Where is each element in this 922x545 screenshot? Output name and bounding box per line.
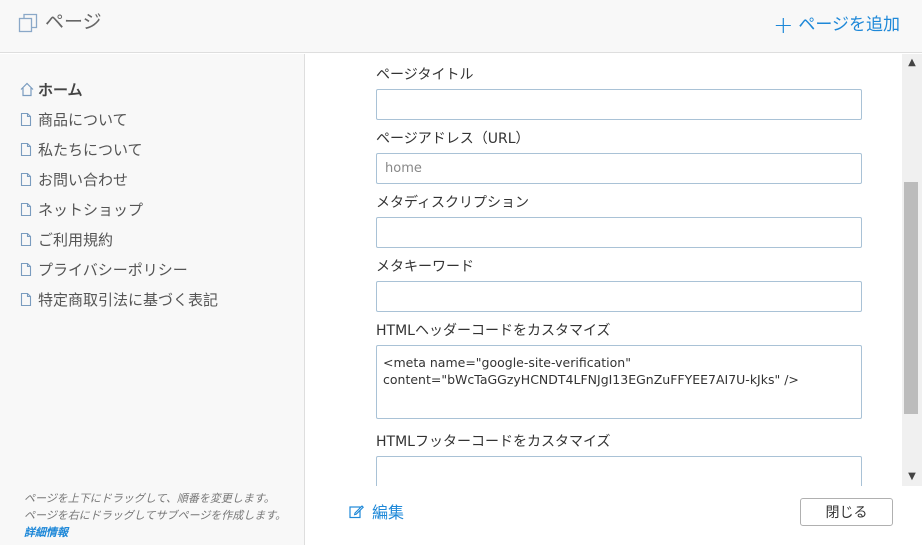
help-line-1: ページを上下にドラッグして、順番を変更します。 xyxy=(24,492,275,505)
page-address-field: ページアドレス（URL） xyxy=(376,129,862,184)
page-icon xyxy=(20,112,33,127)
page-address-input[interactable] xyxy=(376,153,862,184)
page-item-privacy[interactable]: プライバシーポリシー xyxy=(20,254,218,284)
scroll-up-arrow-icon[interactable]: ▲ xyxy=(902,57,922,69)
page-item-label: 商品について xyxy=(38,110,128,129)
page-item-about[interactable]: 私たちについて xyxy=(20,134,218,164)
html-footer-textarea[interactable] xyxy=(376,456,862,486)
page-item-label: ご利用規約 xyxy=(38,230,114,249)
page-icon xyxy=(20,142,33,157)
page-item-label: プライバシーポリシー xyxy=(38,260,188,279)
close-button[interactable]: 閉じる xyxy=(800,498,893,526)
add-page-button[interactable]: + ページを追加 xyxy=(773,13,900,37)
page-title-field: ページタイトル xyxy=(376,65,862,120)
page-title-label: ページタイトル xyxy=(376,67,474,83)
dialog-title: ページ xyxy=(45,11,102,33)
page-item-label: ネットショップ xyxy=(38,200,144,219)
scroll-down-arrow-icon[interactable]: ▼ xyxy=(902,471,922,483)
page-icon xyxy=(20,232,33,247)
page-list-sidebar: ホーム 商品について 私たちについて お問い合わせ ネットショップ ご利用規約 … xyxy=(0,54,305,545)
scroll-thumb[interactable] xyxy=(904,182,918,414)
html-footer-label: HTMLフッターコードをカスタマイズ xyxy=(376,434,611,450)
more-info-link[interactable]: 詳細情報 xyxy=(24,526,68,539)
page-item-shop[interactable]: ネットショップ xyxy=(20,194,218,224)
help-line-2: ページを右にドラッグしてサブページを作成します。 xyxy=(24,509,287,522)
page-settings-form: ページタイトル ページアドレス（URL） メタディスクリプション メタキーワード… xyxy=(306,54,902,486)
html-footer-field: HTMLフッターコードをカスタマイズ xyxy=(376,432,862,486)
edit-icon xyxy=(349,504,364,519)
page-title-input[interactable] xyxy=(376,89,862,120)
page-item-home[interactable]: ホーム xyxy=(20,74,218,104)
html-header-field: HTMLヘッダーコードをカスタマイズ <meta name="google-si… xyxy=(376,321,862,423)
page-item-contact[interactable]: お問い合わせ xyxy=(20,164,218,194)
meta-keywords-label: メタキーワード xyxy=(376,259,474,275)
edit-button[interactable]: 編集 xyxy=(349,499,404,523)
add-page-label: ページを追加 xyxy=(798,15,900,35)
page-list: ホーム 商品について 私たちについて お問い合わせ ネットショップ ご利用規約 … xyxy=(20,74,218,314)
meta-keywords-input[interactable] xyxy=(376,281,862,312)
page-item-label: ホーム xyxy=(38,80,83,99)
page-icon xyxy=(20,292,33,307)
meta-description-input[interactable] xyxy=(376,217,862,248)
page-address-label: ページアドレス（URL） xyxy=(376,131,530,147)
meta-description-field: メタディスクリプション xyxy=(376,193,862,248)
edit-label: 編集 xyxy=(372,503,405,522)
page-item-label: 私たちについて xyxy=(38,140,143,159)
page-item-terms[interactable]: ご利用規約 xyxy=(20,224,218,254)
html-header-label: HTMLヘッダーコードをカスタマイズ xyxy=(376,323,611,339)
page-item-legal[interactable]: 特定商取引法に基づく表記 xyxy=(20,284,218,314)
page-icon xyxy=(20,262,33,277)
page-item-label: お問い合わせ xyxy=(38,170,129,189)
meta-keywords-field: メタキーワード xyxy=(376,257,862,312)
meta-description-label: メタディスクリプション xyxy=(376,195,530,211)
page-icon xyxy=(20,202,33,217)
form-scrollbar[interactable]: ▲ ▼ xyxy=(902,54,922,486)
dialog-header: ページ + ページを追加 xyxy=(0,0,922,53)
dialog-footer: 編集 閉じる xyxy=(306,486,922,545)
home-icon xyxy=(20,82,34,97)
drag-help-text: ページを上下にドラッグして、順番を変更します。 ページを右にドラッグしてサブペー… xyxy=(24,490,296,541)
html-header-textarea[interactable]: <meta name="google-site-verification" co… xyxy=(376,345,862,419)
plus-icon: + xyxy=(773,11,794,39)
pages-icon xyxy=(18,13,38,33)
page-item-products[interactable]: 商品について xyxy=(20,104,218,134)
page-icon xyxy=(20,172,33,187)
page-item-label: 特定商取引法に基づく表記 xyxy=(38,290,219,309)
